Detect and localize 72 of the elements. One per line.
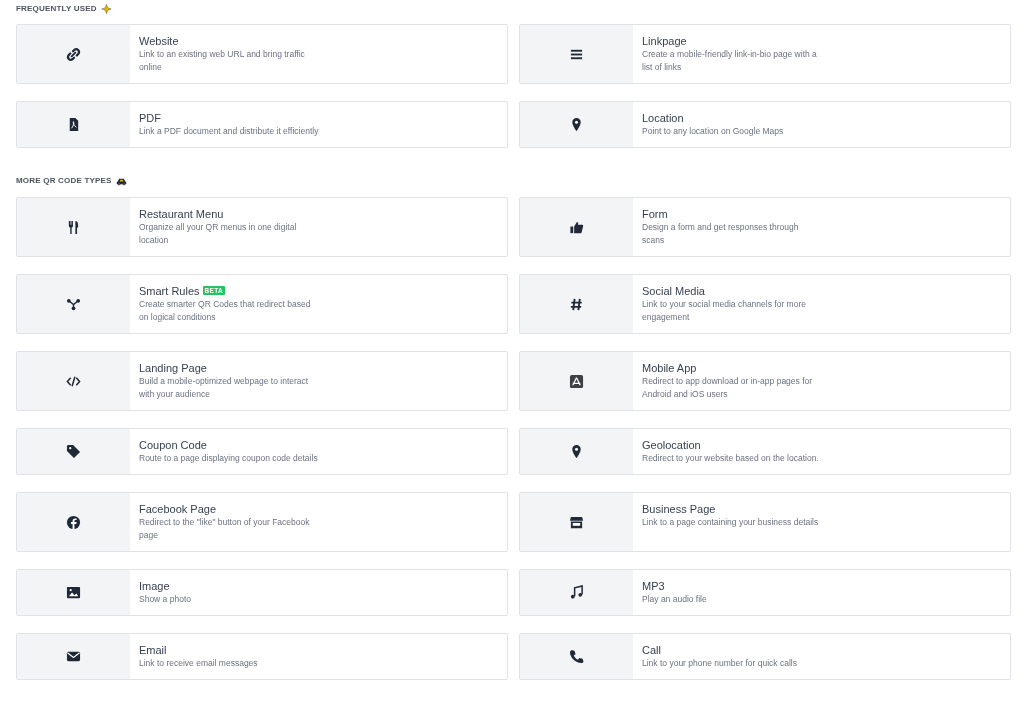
map-pin-icon — [569, 117, 584, 132]
card-description: Link to an existing web URL and bring traffic online — [139, 48, 306, 74]
qr-type-card[interactable]: Form Design a form and get responses through scans — [519, 197, 1011, 257]
qr-type-card[interactable]: Facebook Page Redirect to the "like" button of your Facebook page — [16, 492, 508, 552]
qr-type-card[interactable]: Website Link to an existing web URL and bring traffic online — [16, 24, 508, 84]
car-icon — [115, 176, 127, 186]
card-title: Smart Rules — [139, 283, 200, 298]
card-description: Link a PDF document and distribute it efficiently — [139, 125, 319, 138]
qr-type-card[interactable]: Location Point to any location on Google Maps — [519, 101, 1011, 148]
qr-type-card[interactable]: Restaurant Menu Organize all your QR menus in one digital location — [16, 197, 508, 257]
card-title: Geolocation — [642, 437, 701, 452]
card-title: Coupon Code — [139, 437, 207, 452]
cutlery-icon — [66, 219, 81, 235]
card-description: Route to a page displaying coupon code details — [139, 452, 318, 465]
card-title: Social Media — [642, 283, 705, 298]
card-title: Location — [642, 110, 684, 125]
hashtag-icon — [569, 296, 584, 312]
card-description: Show a photo — [139, 593, 191, 606]
facebook-icon — [66, 514, 81, 530]
phone-icon — [569, 649, 584, 664]
qr-type-card[interactable]: Image Show a photo — [16, 569, 508, 616]
card-description: Link to your social media channels for more engagement — [642, 298, 807, 324]
card-description: Create a mobile-friendly link-in-bio page with a list of links — [642, 48, 818, 74]
envelope-icon — [66, 649, 81, 664]
card-title: Image — [139, 578, 170, 593]
qr-type-card[interactable]: Linkpage Create a mobile-friendly link-in-bio page with a list of links — [519, 24, 1011, 84]
qr-type-card[interactable]: MP3 Play an audio file — [519, 569, 1011, 616]
card-description: Play an audio file — [642, 593, 707, 606]
storefront-icon — [569, 514, 584, 530]
card-title: Facebook Page — [139, 501, 217, 516]
qr-type-card[interactable]: PDF Link a PDF document and distribute it efficiently — [16, 101, 508, 148]
link-icon — [66, 46, 81, 62]
card-title: Mobile App — [642, 360, 697, 375]
qr-type-card[interactable]: Business Page Link to a page containing your business details — [519, 492, 1011, 552]
qr-type-card[interactable]: Geolocation Redirect to your website based on the location. — [519, 428, 1011, 475]
qr-type-card[interactable]: Coupon Code Route to a page displaying coupon code details — [16, 428, 508, 475]
card-title: MP3 — [642, 578, 665, 593]
card-description: Link to a page containing your business details — [642, 516, 819, 529]
branching-nodes-icon — [66, 296, 81, 312]
card-description: Build a mobile-optimized webpage to interact with your audience — [139, 375, 310, 401]
card-description: Link to receive email messages — [139, 657, 258, 670]
card-title: Call — [642, 642, 661, 657]
card-title: Form — [642, 206, 668, 221]
card-title: Landing Page — [139, 360, 207, 375]
qr-type-card[interactable]: Social Media Link to your social media channels for more engagement — [519, 274, 1011, 334]
image-icon — [66, 585, 81, 600]
card-description: Design a form and get responses through scans — [642, 221, 800, 247]
card-title: Business Page — [642, 501, 716, 516]
card-description: Redirect to the "like" button of your Facebook page — [139, 516, 311, 542]
app-store-icon — [569, 373, 584, 389]
qr-type-card[interactable]: Mobile App Redirect to app download or in-app pages for Android and iOS users — [519, 351, 1011, 411]
section-heading: FREQUENTLY USED — [16, 4, 97, 14]
thumbs-up-icon — [569, 219, 584, 235]
card-description: Organize all your QR menus in one digital location — [139, 221, 298, 247]
card-description: Redirect to app download or in-app pages for Android and iOS users — [642, 375, 814, 401]
qr-type-card[interactable]: Landing Page Build a mobile-optimized webpage to interact with your audience — [16, 351, 508, 411]
card-description: Create smarter QR Codes that redirect based on logical conditions — [139, 298, 312, 324]
map-pin-icon — [569, 444, 584, 459]
sparkle-icon — [100, 4, 112, 14]
card-description: Link to your phone number for quick calls — [642, 657, 797, 670]
card-description: Point to any location on Google Maps — [642, 125, 784, 138]
card-title: Linkpage — [642, 33, 687, 48]
music-note-icon — [569, 585, 584, 600]
tag-icon — [66, 444, 81, 459]
card-title: Website — [139, 33, 179, 48]
card-title: Restaurant Menu — [139, 206, 224, 221]
card-title: PDF — [139, 110, 161, 125]
qr-type-card[interactable]: Email Link to receive email messages — [16, 633, 508, 680]
section-heading: MORE QR CODE TYPES — [16, 176, 112, 186]
card-description: Redirect to your website based on the location. — [642, 452, 819, 465]
card-title: Email — [139, 642, 167, 657]
qr-type-card[interactable]: Call Link to your phone number for quick calls — [519, 633, 1011, 680]
